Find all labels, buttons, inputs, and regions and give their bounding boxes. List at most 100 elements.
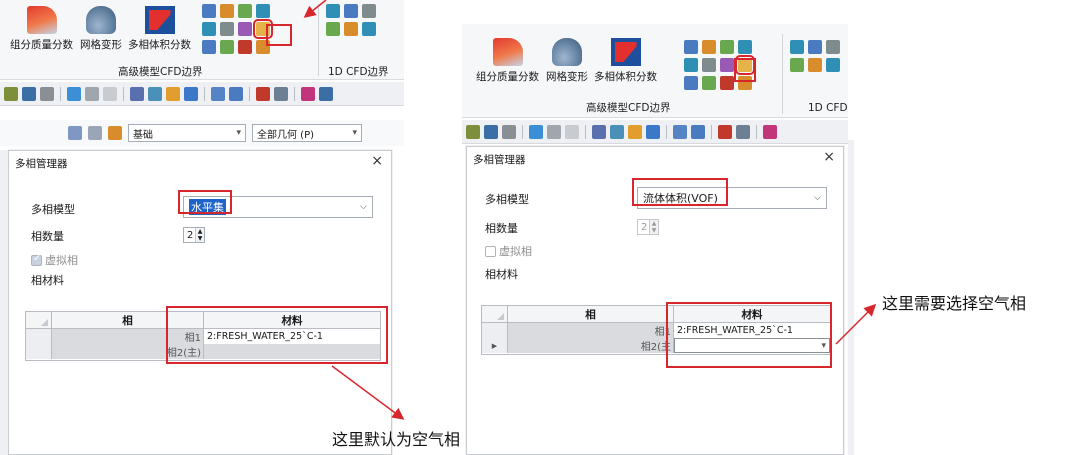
pump-icon[interactable] xyxy=(790,58,804,72)
display-icon[interactable] xyxy=(502,124,516,139)
pipe-icon[interactable] xyxy=(790,40,804,54)
wave-icon[interactable] xyxy=(229,86,243,101)
rect-icon[interactable] xyxy=(103,86,117,101)
spinner-arrows-icon[interactable]: ▲ ▼ xyxy=(195,228,204,242)
refresh-icon[interactable] xyxy=(4,86,18,101)
axis-icon[interactable] xyxy=(610,124,624,139)
flag-icon[interactable] xyxy=(238,40,252,54)
vof-icon xyxy=(610,38,641,66)
view-icon[interactable] xyxy=(22,86,36,101)
table-icon[interactable] xyxy=(702,58,716,72)
virtual-phase-checkbox[interactable]: 虚拟相 xyxy=(31,252,78,268)
grid-icon[interactable] xyxy=(256,4,270,18)
close-icon[interactable]: × xyxy=(371,153,383,169)
ribbon-small-icons-2 xyxy=(326,4,377,37)
flow-icon[interactable] xyxy=(211,86,225,101)
mountain-icon[interactable] xyxy=(684,76,698,90)
tool-icon[interactable] xyxy=(108,126,122,140)
grid-icon[interactable] xyxy=(738,40,752,54)
junction-icon[interactable] xyxy=(808,58,822,72)
monitor-icon[interactable] xyxy=(763,124,777,139)
species-mass-fraction-button[interactable]: 组分质量分数 xyxy=(10,6,73,52)
table-row: 相1 2:FRESH_WATER_25`C-1 xyxy=(26,329,380,344)
phase-count-spinner[interactable]: 2 ▲ ▼ xyxy=(637,219,659,235)
grid-tool-icon[interactable] xyxy=(592,124,606,139)
flow-icon[interactable] xyxy=(673,124,687,139)
loop-icon[interactable] xyxy=(547,124,561,139)
rect-icon[interactable] xyxy=(565,124,579,139)
surface-icon[interactable] xyxy=(202,22,216,36)
material-dropdown[interactable]: ▾ xyxy=(674,338,830,353)
hash-icon[interactable] xyxy=(256,86,270,101)
mountain-icon[interactable] xyxy=(202,40,216,54)
refresh-icon[interactable] xyxy=(466,124,480,139)
junction-icon[interactable] xyxy=(344,22,358,36)
measure-icon[interactable] xyxy=(184,86,198,101)
loop-icon[interactable] xyxy=(85,86,99,101)
probe-icon[interactable] xyxy=(319,86,333,101)
paint-icon[interactable] xyxy=(702,40,716,54)
tank-icon[interactable] xyxy=(826,58,840,72)
pump-icon[interactable] xyxy=(326,22,340,36)
basic-combo[interactable]: 基础 ▾ xyxy=(128,124,246,142)
close-icon[interactable]: × xyxy=(823,149,835,165)
species-mass-fraction-button[interactable]: 组分质量分数 xyxy=(476,38,539,84)
material-cell[interactable]: 2:FRESH_WATER_25`C-1 xyxy=(674,323,830,338)
stack-icon[interactable] xyxy=(238,4,252,18)
monitor-icon[interactable] xyxy=(301,86,315,101)
node-icon[interactable] xyxy=(344,4,358,18)
sphere-icon[interactable] xyxy=(736,124,750,139)
tree-icon[interactable] xyxy=(702,76,716,90)
phase-count-spinner[interactable]: 2 ▲ ▼ xyxy=(183,227,205,243)
star-icon[interactable] xyxy=(738,76,752,90)
pipe-icon[interactable] xyxy=(326,4,340,18)
spinner-arrows-icon[interactable]: ▲ ▼ xyxy=(649,220,658,234)
sphere-icon[interactable] xyxy=(274,86,288,101)
surface-icon[interactable] xyxy=(684,58,698,72)
select-icon[interactable] xyxy=(529,124,543,139)
multiphase-manager-icon[interactable] xyxy=(735,55,755,75)
brush-icon[interactable] xyxy=(202,4,216,18)
virtual-phase-checkbox[interactable]: 虚拟相 xyxy=(485,243,532,259)
ribbon-group-label: 高级模型CFD边界 xyxy=(586,102,671,114)
model-label: 多相模型 xyxy=(31,203,75,216)
node-icon[interactable] xyxy=(808,40,822,54)
ribbon-small-icons xyxy=(684,40,755,91)
material-cell[interactable] xyxy=(204,344,380,359)
measure-icon[interactable] xyxy=(646,124,660,139)
hash-icon[interactable] xyxy=(718,124,732,139)
side-strip xyxy=(0,150,8,455)
grid-tool-icon[interactable] xyxy=(130,86,144,101)
wave-icon[interactable] xyxy=(691,124,705,139)
mesh-morph-button[interactable]: 网格变形 xyxy=(546,38,588,84)
grid-header: 相 材料 xyxy=(26,312,380,329)
valve-icon[interactable] xyxy=(362,4,376,18)
stack-icon[interactable] xyxy=(720,40,734,54)
copy-icon[interactable] xyxy=(88,126,102,140)
filter-icon[interactable] xyxy=(68,126,82,140)
model-select[interactable]: 水平集 ⌵ xyxy=(183,196,373,218)
tree-icon[interactable] xyxy=(220,40,234,54)
multiphase-volume-fraction-button[interactable]: 多相体积分数 xyxy=(128,6,191,52)
valve-icon[interactable] xyxy=(826,40,840,54)
axis-icon[interactable] xyxy=(148,86,162,101)
multiphase-manager-icon[interactable] xyxy=(253,19,273,39)
flag-icon[interactable] xyxy=(720,76,734,90)
view-icon[interactable] xyxy=(484,124,498,139)
material-cell[interactable]: 2:FRESH_WATER_25`C-1 xyxy=(204,329,380,344)
star-icon[interactable] xyxy=(256,40,270,54)
geometry-combo[interactable]: 全部几何 (P) ▾ xyxy=(252,124,362,142)
display-icon[interactable] xyxy=(40,86,54,101)
select-icon[interactable] xyxy=(67,86,81,101)
chart-icon[interactable] xyxy=(238,22,252,36)
chart-icon[interactable] xyxy=(720,58,734,72)
tank-icon[interactable] xyxy=(362,22,376,36)
model-select[interactable]: 流体体积(VOF) ⌵ xyxy=(637,187,827,209)
multiphase-volume-fraction-button[interactable]: 多相体积分数 xyxy=(594,38,657,84)
bracket-icon[interactable] xyxy=(628,124,642,139)
mesh-morph-button[interactable]: 网格变形 xyxy=(80,6,122,52)
brush-icon[interactable] xyxy=(684,40,698,54)
bracket-icon[interactable] xyxy=(166,86,180,101)
table-icon[interactable] xyxy=(220,22,234,36)
paint-icon[interactable] xyxy=(220,4,234,18)
